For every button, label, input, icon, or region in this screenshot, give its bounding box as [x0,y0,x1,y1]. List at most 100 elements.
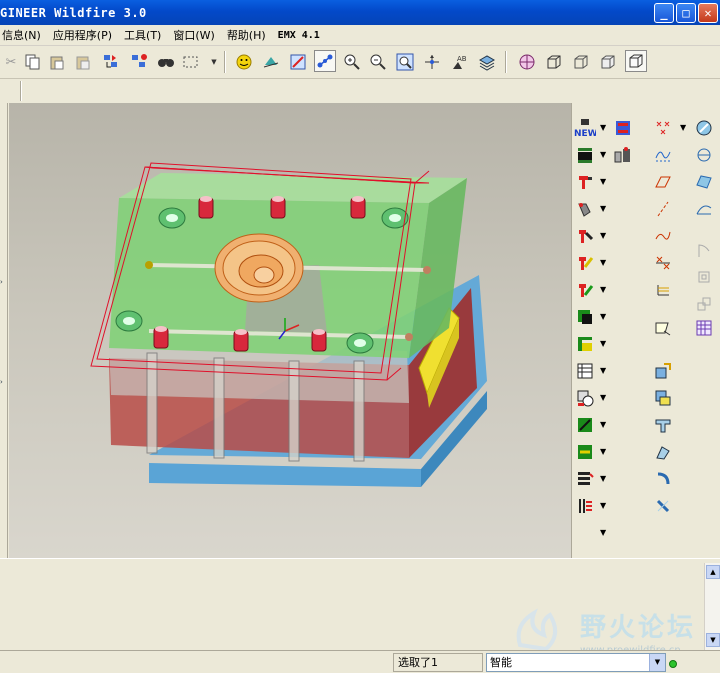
emx-dowel-icon[interactable] [574,198,596,220]
refit-icon[interactable] [287,51,309,73]
dropdown-arrow-icon[interactable]: ▼ [600,474,606,483]
emx-plate-icon[interactable] [574,144,596,166]
extrude-icon[interactable] [652,360,674,382]
dropdown-arrow-icon[interactable]: ▼ [680,123,686,132]
shaded-box-icon[interactable] [625,50,647,72]
paste-icon[interactable] [46,51,68,73]
regen-manager-icon[interactable] [128,51,150,73]
dropdown-arrow-icon[interactable]: ▼ [600,528,606,537]
blend-icon[interactable] [652,441,674,463]
dropdown-arrow-icon[interactable]: ▼ [600,312,606,321]
rib-icon[interactable] [693,293,715,315]
sketch-curve-icon[interactable] [652,144,674,166]
smiley-icon[interactable] [233,51,255,73]
datum-axis-icon[interactable] [652,198,674,220]
datum-point-icon[interactable] [652,117,674,139]
zoom-out-icon[interactable] [367,51,389,73]
window-controls: _ □ ✕ [654,3,718,23]
graphics-window[interactable] [9,103,571,558]
shading-icon[interactable] [597,51,619,73]
copy-icon[interactable] [22,51,44,73]
scroll-up-icon[interactable]: ▲ [706,565,720,579]
emx-screw-icon[interactable] [574,171,596,193]
layer-icon[interactable] [476,51,498,73]
left-sash[interactable]: › › [0,103,8,558]
emx-mold-opening-icon[interactable] [574,441,596,463]
dropdown-arrow-icon[interactable]: ▼ [600,420,606,429]
find-icon[interactable] [155,51,177,73]
dropdown-arrow-icon[interactable]: ▼ [600,258,606,267]
menu-help[interactable]: 帮助(H) [221,27,272,43]
menu-tools[interactable]: 工具(T) [118,27,167,43]
emx-sleeve-icon[interactable] [574,252,596,274]
expand-arrow-icon[interactable]: › [0,378,3,386]
coordinate-system-icon[interactable] [652,279,674,301]
minimize-button[interactable]: _ [654,3,674,23]
menu-emx[interactable]: EMX 4.1 [272,30,326,41]
emx-drawing-icon[interactable] [574,414,596,436]
paste-special-icon[interactable] [72,51,94,73]
emx-plate-list-icon[interactable] [612,117,634,139]
dropdown-arrow-icon[interactable]: ▼ [600,150,606,159]
chevron-down-icon[interactable]: ▼ [649,654,665,671]
maximize-button[interactable]: □ [676,3,696,23]
section-icon[interactable] [693,144,715,166]
dropdown-arrow-icon[interactable]: ▼ [600,339,606,348]
no-hidden-icon[interactable] [570,51,592,73]
select-box-dropdown-icon[interactable]: ▼ [203,51,225,73]
zoom-in-icon[interactable] [341,51,363,73]
zoom-fit-icon[interactable] [394,51,416,73]
dropdown-arrow-icon[interactable]: ▼ [600,285,606,294]
menu-info[interactable]: 信息(N) [0,27,47,43]
regenerate-icon[interactable] [100,51,122,73]
close-button[interactable]: ✕ [698,3,718,23]
hidden-line-icon[interactable] [543,51,565,73]
top-plate-top [119,173,467,203]
revolve-icon[interactable] [652,387,674,409]
spin-center-icon[interactable] [421,51,443,73]
emx-slider-icon[interactable] [574,306,596,328]
datum-curve-icon[interactable] [652,225,674,247]
emx-settings-icon[interactable] [574,468,596,490]
round-icon[interactable] [652,468,674,490]
emx-tools-icon[interactable] [574,495,596,517]
dropdown-arrow-icon[interactable]: ▼ [600,447,606,456]
select-box-icon[interactable] [180,51,202,73]
spin-icon[interactable] [260,51,282,73]
dropdown-arrow-icon[interactable]: ▼ [600,177,606,186]
datum-display-icon[interactable]: AB [449,51,471,73]
datum-point-alt-icon[interactable] [652,252,674,274]
chamfer-icon[interactable] [652,495,674,517]
emx-cooling-icon[interactable] [574,279,596,301]
dropdown-arrow-icon[interactable]: ▼ [600,231,606,240]
datum-plane-icon[interactable] [652,171,674,193]
mold-assembly-model[interactable] [9,103,571,558]
emx-equipment-icon[interactable] [612,144,634,166]
toolbar-separator [20,81,22,101]
menu-applications[interactable]: 应用程序(P) [47,27,118,43]
orient-icon[interactable] [314,50,336,72]
surface-icon[interactable] [693,171,715,193]
pattern-icon[interactable] [693,317,715,339]
emx-bom-icon[interactable] [574,387,596,409]
wireframe-icon[interactable] [516,51,538,73]
draft-icon[interactable] [693,239,715,261]
shell-icon[interactable] [693,266,715,288]
view-manager-icon[interactable] [693,117,715,139]
emx-ejector-pin-icon[interactable] [574,225,596,247]
emx-new-assembly-icon[interactable]: NEW [574,117,596,139]
analysis-icon[interactable] [652,317,674,339]
dropdown-arrow-icon[interactable]: ▼ [600,366,606,375]
emx-lifter-icon[interactable] [574,333,596,355]
dropdown-arrow-icon[interactable]: ▼ [600,393,606,402]
selection-filter-select[interactable]: 智能 ▼ [486,653,666,672]
menu-window[interactable]: 窗口(W) [167,27,220,43]
expand-arrow-icon[interactable]: › [0,278,3,286]
sweep-icon[interactable] [652,414,674,436]
cut-icon[interactable]: ✂ [0,51,22,73]
emx-component-list-icon[interactable] [574,360,596,382]
dropdown-arrow-icon[interactable]: ▼ [600,501,606,510]
dropdown-arrow-icon[interactable]: ▼ [600,123,606,132]
boundary-surface-icon[interactable] [693,198,715,220]
dropdown-arrow-icon[interactable]: ▼ [600,204,606,213]
